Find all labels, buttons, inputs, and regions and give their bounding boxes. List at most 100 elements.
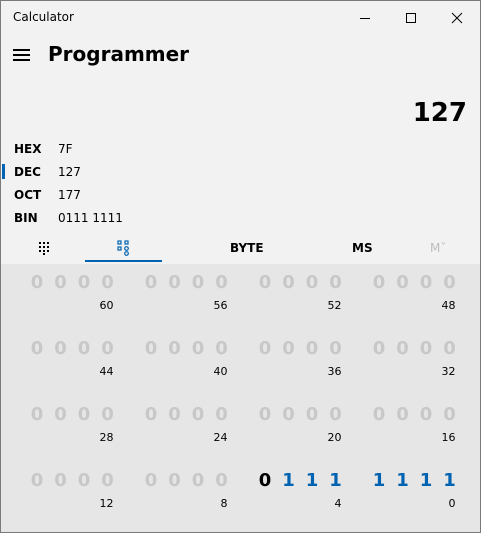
bit-position-label: 20 xyxy=(327,431,342,444)
bit-toggle[interactable]: 0 xyxy=(367,338,391,359)
bit-position-label: 40 xyxy=(213,365,228,378)
bit-toggle[interactable]: 0 xyxy=(49,338,73,359)
bit-toggle[interactable]: 0 xyxy=(163,470,187,491)
bit-toggle[interactable]: 0 xyxy=(96,404,120,425)
bit-toggle[interactable]: 0 xyxy=(414,338,438,359)
bit-position-label: 8 xyxy=(220,497,228,510)
bit-toggle[interactable]: 1 xyxy=(367,470,391,491)
hamburger-menu-icon[interactable] xyxy=(13,47,31,63)
bit-toggle[interactable]: 0 xyxy=(139,338,163,359)
bit-toggle[interactable]: 0 xyxy=(72,272,96,293)
bit-toggle[interactable]: 0 xyxy=(277,338,301,359)
bit-toggle-panel: 0 0 0 0 0 0 0 0 0 0 0 0 0 0 0 0 60 56 52 48 0 0 0 0 0 0 0 0 0 0 0 0 0 0 0 0… xyxy=(1,264,480,532)
bit-toggle[interactable]: 0 xyxy=(300,404,324,425)
bit-position-label: 24 xyxy=(213,431,228,444)
bit-toggle[interactable]: 0 xyxy=(210,338,234,359)
memory-recall-button[interactable]: Mˇ xyxy=(430,241,446,255)
bit-toggle[interactable]: 0 xyxy=(324,272,348,293)
bit-toggle[interactable]: 1 xyxy=(324,470,348,491)
bit-toggle[interactable]: 0 xyxy=(139,470,163,491)
bit-toggle-icon[interactable] xyxy=(117,240,131,260)
bit-toggle[interactable]: 0 xyxy=(186,338,210,359)
bit-toggle[interactable]: 1 xyxy=(277,470,301,491)
bit-toggle[interactable]: 0 xyxy=(139,404,163,425)
bit-toggle[interactable]: 0 xyxy=(277,404,301,425)
bit-toggle[interactable]: 0 xyxy=(253,272,277,293)
radix-value: 127 xyxy=(58,165,81,179)
header: Programmer xyxy=(1,34,480,78)
radix-label: DEC xyxy=(14,165,41,179)
bit-toggle[interactable]: 0 xyxy=(367,272,391,293)
title-bar: Calculator xyxy=(1,1,480,34)
bit-toggle[interactable]: 0 xyxy=(163,338,187,359)
bit-toggle[interactable]: 0 xyxy=(253,404,277,425)
bit-toggle[interactable]: 0 xyxy=(324,404,348,425)
radix-label: OCT xyxy=(14,188,42,202)
bit-toggle[interactable]: 0 xyxy=(391,272,415,293)
bit-toggle[interactable]: 0 xyxy=(163,272,187,293)
bit-position-label: 52 xyxy=(327,299,342,312)
bit-toggle[interactable]: 1 xyxy=(414,470,438,491)
bit-toggle[interactable]: 0 xyxy=(438,272,462,293)
bit-position-label: 60 xyxy=(99,299,114,312)
bit-toggle[interactable]: 0 xyxy=(438,338,462,359)
bit-toggle[interactable]: 0 xyxy=(414,272,438,293)
radix-row-dec[interactable]: DEC 127 xyxy=(1,161,480,184)
bit-position-label: 36 xyxy=(327,365,342,378)
memory-store-button[interactable]: MS xyxy=(352,241,373,255)
bit-toggle[interactable]: 0 xyxy=(25,338,49,359)
bit-toggle[interactable]: 0 xyxy=(391,404,415,425)
radix-row-bin[interactable]: BIN 0111 1111 xyxy=(1,207,480,230)
word-size-button[interactable]: BYTE xyxy=(230,241,264,255)
bit-position-label: 12 xyxy=(99,497,114,510)
bit-toggle[interactable]: 0 xyxy=(391,338,415,359)
bit-toggle[interactable]: 0 xyxy=(49,470,73,491)
selected-radix-indicator xyxy=(2,164,5,179)
bit-toggle[interactable]: 0 xyxy=(72,338,96,359)
bit-toggle[interactable]: 0 xyxy=(300,338,324,359)
bit-toggle[interactable]: 0 xyxy=(210,470,234,491)
app-title: Calculator xyxy=(13,10,74,24)
bit-toggle[interactable]: 0 xyxy=(49,404,73,425)
bit-toggle[interactable]: 0 xyxy=(253,470,277,491)
bit-toggle[interactable]: 1 xyxy=(438,470,462,491)
maximize-button[interactable] xyxy=(388,1,434,34)
bit-toggle[interactable]: 0 xyxy=(210,272,234,293)
bit-toggle[interactable]: 0 xyxy=(324,338,348,359)
bit-toggle[interactable]: 0 xyxy=(72,404,96,425)
bit-toggle[interactable]: 0 xyxy=(414,404,438,425)
bit-toggle[interactable]: 0 xyxy=(139,272,163,293)
bit-toggle[interactable]: 0 xyxy=(367,404,391,425)
bit-toggle[interactable]: 0 xyxy=(25,404,49,425)
bit-position-label: 4 xyxy=(334,497,342,510)
keypad-grid-icon[interactable] xyxy=(38,240,52,259)
bit-toggle[interactable]: 0 xyxy=(438,404,462,425)
close-icon xyxy=(451,12,463,23)
bit-position-label: 32 xyxy=(441,365,456,378)
bit-toggle[interactable]: 0 xyxy=(210,404,234,425)
radix-row-hex[interactable]: HEX 7F xyxy=(1,138,480,161)
minimize-icon xyxy=(360,17,370,19)
bit-toggle[interactable]: 0 xyxy=(96,338,120,359)
radix-row-oct[interactable]: OCT 177 xyxy=(1,184,480,207)
minimize-button[interactable] xyxy=(342,1,388,34)
bit-toggle[interactable]: 0 xyxy=(72,470,96,491)
bit-toggle[interactable]: 0 xyxy=(186,272,210,293)
bit-toggle[interactable]: 1 xyxy=(391,470,415,491)
bit-toggle[interactable]: 0 xyxy=(253,338,277,359)
bit-toggle[interactable]: 1 xyxy=(300,470,324,491)
maximize-icon xyxy=(406,12,416,23)
close-button[interactable] xyxy=(434,1,480,34)
bit-toggle[interactable]: 0 xyxy=(163,404,187,425)
bit-toggle[interactable]: 0 xyxy=(96,272,120,293)
bit-toggle[interactable]: 0 xyxy=(49,272,73,293)
bit-toggle[interactable]: 0 xyxy=(300,272,324,293)
bit-toggle[interactable]: 0 xyxy=(277,272,301,293)
bit-toggle[interactable]: 0 xyxy=(25,272,49,293)
bit-toggle[interactable]: 0 xyxy=(25,470,49,491)
bit-position-label: 16 xyxy=(441,431,456,444)
bit-toggle[interactable]: 0 xyxy=(96,470,120,491)
bit-position-label: 48 xyxy=(441,299,456,312)
bit-toggle[interactable]: 0 xyxy=(186,470,210,491)
bit-toggle[interactable]: 0 xyxy=(186,404,210,425)
